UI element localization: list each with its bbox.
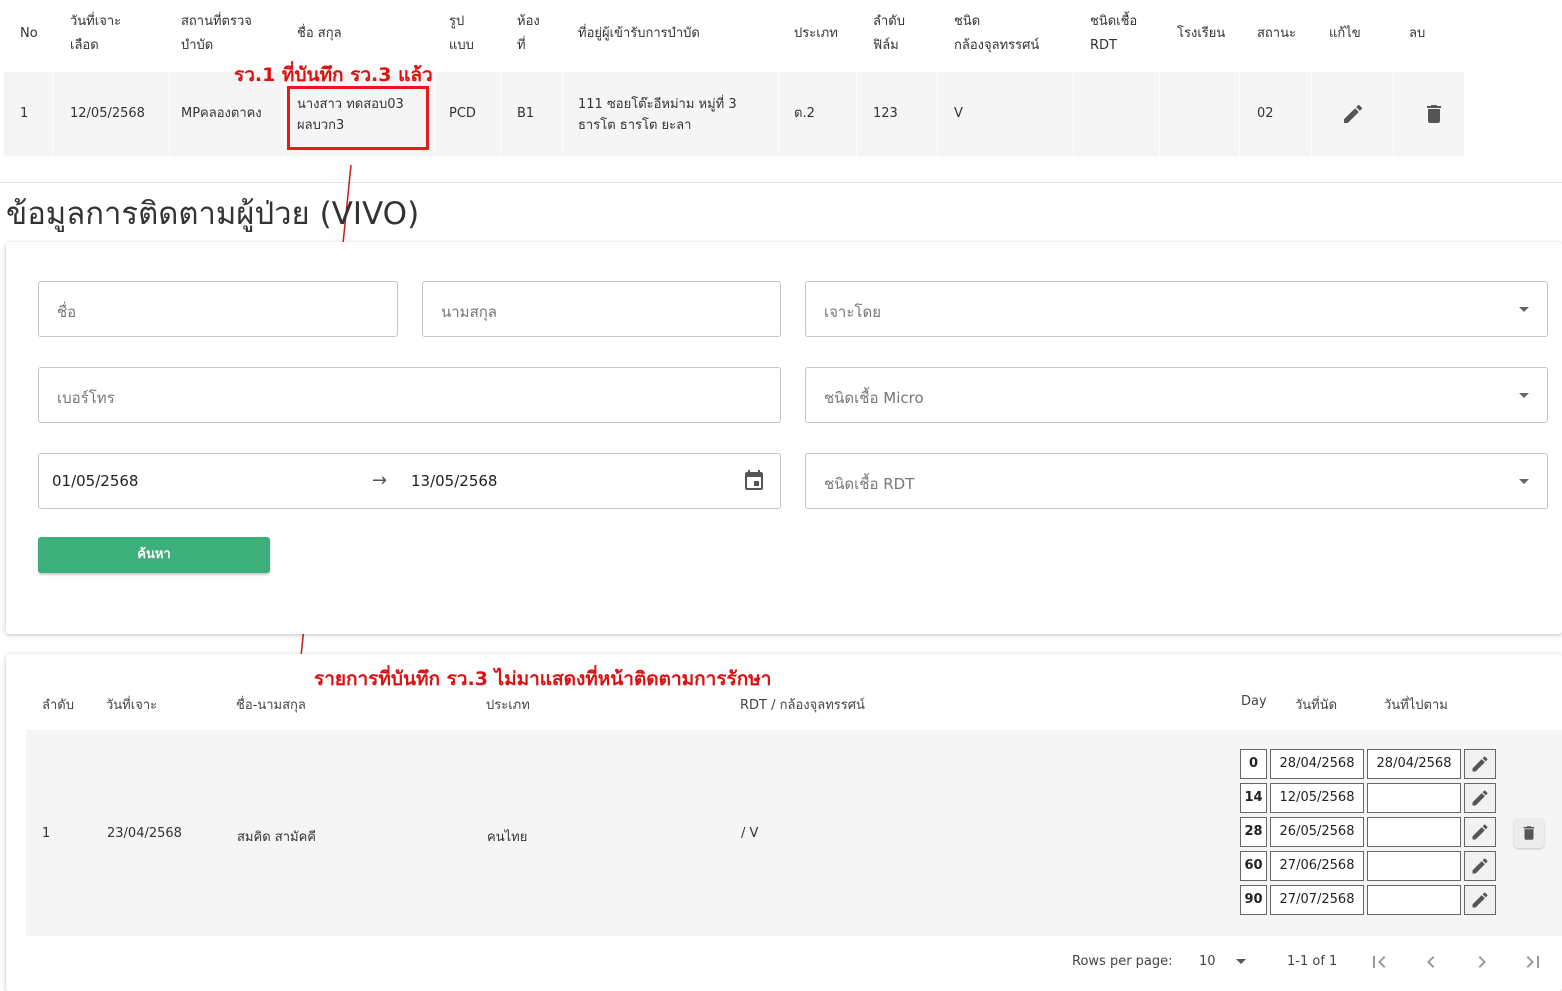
schedule-day: 90: [1240, 885, 1267, 915]
chevron-down-icon[interactable]: [1236, 959, 1246, 964]
search-button[interactable]: ค้นหา: [38, 537, 270, 573]
row-draw-date: 23/04/2568: [107, 826, 182, 841]
highlight-box: [287, 86, 429, 150]
header-full-name: ชื่อ-นามสกุล: [236, 698, 306, 713]
row-type: ต.2: [794, 106, 815, 121]
search-form: ชื่อ นามสกุล เจาะโดย เบอร์โทร ชนิดเชื้อ …: [6, 242, 1562, 634]
edit-icon[interactable]: [1464, 749, 1496, 779]
header-form: รูป แบบ: [449, 14, 474, 53]
header-day: Day: [1241, 694, 1267, 709]
rdt-type-select[interactable]: ชนิดเชื้อ RDT: [805, 453, 1548, 509]
next-page-icon[interactable]: [1470, 950, 1494, 974]
header-place: สถานที่ตรวจ บำบัด: [181, 14, 252, 53]
header-no: No: [20, 26, 38, 41]
arrow-right-icon: →: [372, 470, 388, 491]
chevron-down-icon: [1519, 479, 1529, 484]
schedule-follow-up[interactable]: [1367, 885, 1461, 915]
row-form: PCD: [449, 106, 476, 121]
edit-icon[interactable]: [1464, 783, 1496, 813]
row-draw-date: 12/05/2568: [70, 106, 145, 121]
date-from[interactable]: 01/05/2568: [52, 472, 138, 490]
header-appointment: วันที่นัด: [1295, 698, 1338, 713]
edit-icon[interactable]: [1464, 817, 1496, 847]
drawn-by-select[interactable]: เจาะโดย: [805, 281, 1548, 337]
schedule-day: 60: [1240, 851, 1267, 881]
last-page-icon[interactable]: [1521, 950, 1545, 974]
schedule-follow-up[interactable]: 28/04/2568: [1367, 749, 1461, 779]
follow-up-table: ลำดับ วันที่เจาะ ชื่อ-นามสกุล ประเภท RDT…: [6, 654, 1562, 991]
header-delete: ลบ: [1409, 26, 1426, 41]
schedule-follow-up[interactable]: [1367, 817, 1461, 847]
header-room: ห้อง ที่: [517, 14, 540, 53]
row-order: 1: [42, 826, 51, 841]
chevron-down-icon: [1519, 307, 1529, 312]
row-room: B1: [517, 106, 535, 121]
edit-icon[interactable]: [1341, 102, 1365, 126]
table-header: No วันที่เจาะ เลือด สถานที่ตรวจ บำบัด ชื่อ…: [0, 0, 1470, 72]
schedule-appointment: 27/06/2568: [1270, 851, 1364, 881]
header-rdt-micro: RDT / กล้องจุลทรรศน์: [740, 698, 865, 713]
edit-icon[interactable]: [1464, 851, 1496, 881]
header-draw-date: วันที่เจาะ เลือด: [70, 14, 122, 53]
row-address: 111 ซอยโต๊ะอีหม่าม หมู่ที่ 3 ธารโต ธารโต …: [578, 97, 737, 133]
page-title: ข้อมูลการติดตามผู้ป่วย (VIVO): [6, 196, 420, 232]
row-type: คนไทย: [487, 830, 528, 845]
chevron-down-icon: [1519, 393, 1529, 398]
table-row: 1 23/04/2568 สมคิด สามัคคี คนไทย / V 0 2…: [26, 730, 1562, 936]
header-address: ที่อยู่ผู้เข้ารับการบำบัด: [578, 26, 700, 41]
schedule-follow-up[interactable]: [1367, 851, 1461, 881]
header-film: ลำดับ ฟิล์ม: [873, 14, 905, 53]
row-film: 123: [873, 106, 898, 121]
trash-icon[interactable]: [1422, 102, 1446, 126]
edit-icon[interactable]: [1464, 885, 1496, 915]
header-type: ประเภท: [486, 698, 530, 713]
schedule-appointment: 26/05/2568: [1270, 817, 1364, 847]
header-status: สถานะ: [1257, 26, 1296, 41]
annotation-top: รว.1 ที่บันทึก รว.3 แล้ว: [234, 64, 433, 86]
header-follow-up: วันที่ไปตาม: [1384, 698, 1448, 713]
row-rdt-micro: / V: [741, 826, 759, 841]
header-type: ประเภท: [794, 26, 838, 41]
annotation-bottom: รายการที่บันทึก รว.3 ไม่มาแสดงที่หน้าติด…: [314, 668, 772, 690]
header-rdt: ชนิดเชื้อ RDT: [1090, 14, 1138, 53]
first-name-input[interactable]: ชื่อ: [38, 281, 398, 337]
schedule-follow-up[interactable]: [1367, 783, 1461, 813]
phone-input[interactable]: เบอร์โทร: [38, 367, 781, 423]
pagination-range: 1-1 of 1: [1287, 954, 1338, 969]
date-to[interactable]: 13/05/2568: [411, 472, 497, 490]
header-edit: แก้ไข: [1329, 26, 1361, 41]
divider: [0, 182, 1562, 183]
last-name-input[interactable]: นามสกุล: [422, 281, 781, 337]
schedule-appointment: 28/04/2568: [1270, 749, 1364, 779]
rows-per-page-select[interactable]: 10: [1199, 954, 1216, 969]
previous-page-icon[interactable]: [1419, 950, 1443, 974]
rows-per-page-label: Rows per page:: [1072, 954, 1173, 969]
schedule-appointment: 27/07/2568: [1270, 885, 1364, 915]
date-range-input[interactable]: 01/05/2568 → 13/05/2568: [38, 453, 781, 509]
micro-type-select[interactable]: ชนิดเชื้อ Micro: [805, 367, 1548, 423]
header-draw-date: วันที่เจาะ: [106, 698, 158, 713]
schedule-day: 28: [1240, 817, 1267, 847]
first-page-icon[interactable]: [1367, 950, 1391, 974]
row-no: 1: [20, 106, 29, 121]
schedule-appointment: 12/05/2568: [1270, 783, 1364, 813]
header-micro: ชนิด กล้องจุลทรรศน์: [954, 14, 1040, 53]
header-school: โรงเรียน: [1177, 26, 1226, 41]
header-name: ชื่อ สกุล: [297, 26, 342, 41]
calendar-icon[interactable]: [742, 469, 766, 493]
row-full-name: สมคิด สามัคคี: [237, 830, 316, 845]
row-micro: V: [954, 106, 963, 121]
trash-icon[interactable]: [1514, 818, 1544, 848]
row-status: 02: [1257, 106, 1274, 121]
schedule-day: 14: [1240, 783, 1267, 813]
row-place: MPคลองตาคง: [181, 106, 262, 121]
header-order: ลำดับ: [42, 698, 74, 713]
table-row: 1 12/05/2568 MPคลองตาคง นางสาว ทดสอบ03 ผล…: [4, 72, 1464, 156]
schedule-day: 0: [1240, 749, 1267, 779]
